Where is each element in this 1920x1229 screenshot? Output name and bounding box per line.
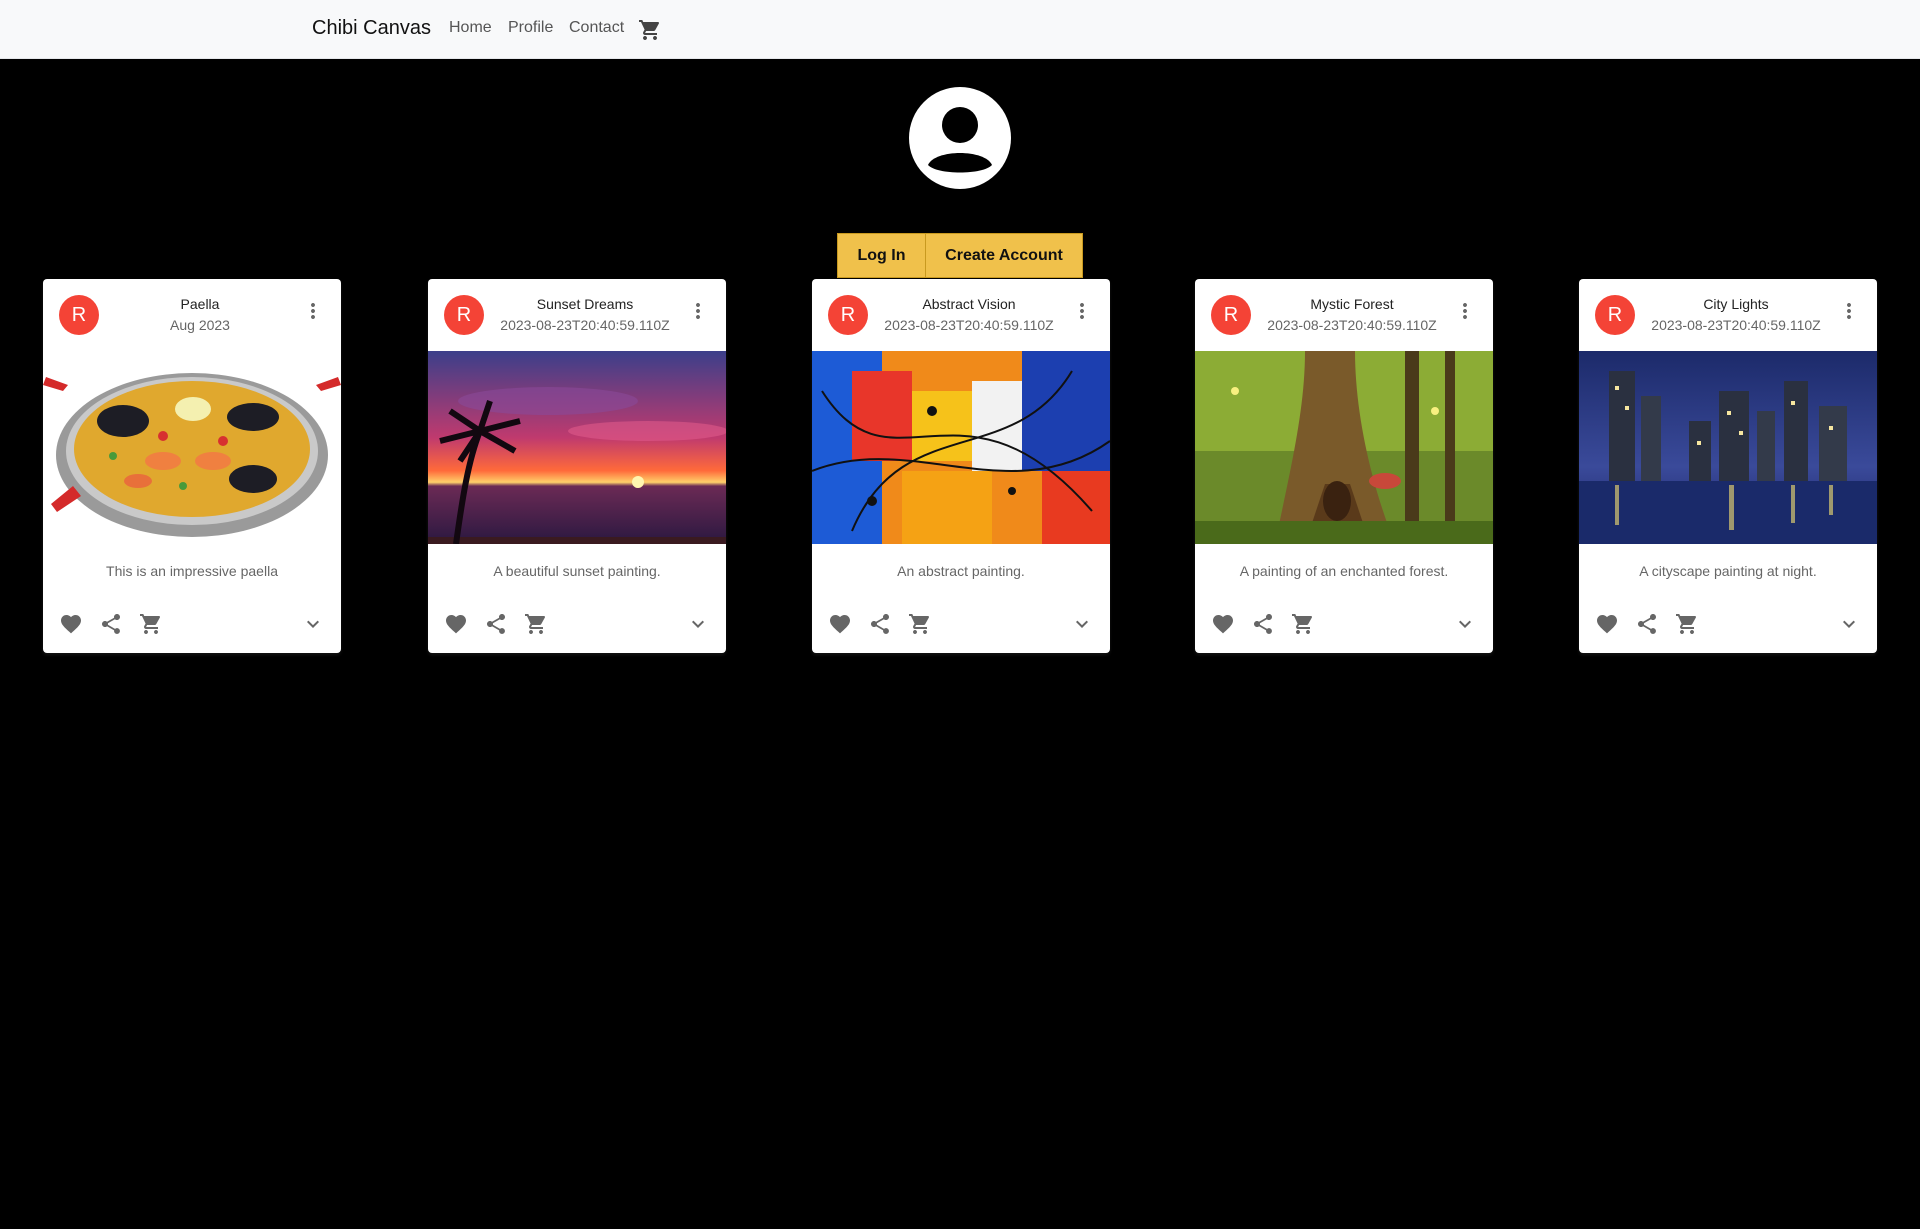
navbar: Chibi Canvas Home Profile Contact [0,0,1920,59]
share-icon[interactable] [484,612,508,636]
card-avatar: R [444,295,484,335]
card-subheader: 2023-08-23T20:40:59.110Z [1651,317,1821,333]
card-subheader: 2023-08-23T20:40:59.110Z [884,317,1054,333]
card-subheader: 2023-08-23T20:40:59.110Z [500,317,670,333]
art-card: R Sunset Dreams 2023-08-23T20:40:59.110Z… [428,279,726,653]
login-button[interactable]: Log In [837,233,926,278]
art-card: R Abstract Vision 2023-08-23T20:40:59.11… [812,279,1110,653]
card-description: A beautiful sunset painting. [493,563,661,579]
share-icon[interactable] [99,612,123,636]
add-to-cart-icon[interactable] [1291,612,1315,636]
card-avatar: R [1211,295,1251,335]
nav-link-home[interactable]: Home [449,19,492,37]
share-icon[interactable] [1635,612,1659,636]
share-icon[interactable] [868,612,892,636]
nav-link-contact[interactable]: Contact [569,19,624,37]
card-title: Sunset Dreams [536,296,634,312]
card-description: A painting of an enchanted forest. [1239,563,1449,579]
card-avatar: R [1595,295,1635,335]
card-title: Abstract Vision [922,296,1016,312]
favorite-icon[interactable] [1211,612,1235,636]
nav-link-profile[interactable]: Profile [508,19,553,37]
favorite-icon[interactable] [444,612,468,636]
card-image [43,351,341,544]
card-description: This is an impressive paella [106,563,278,579]
expand-more-icon[interactable] [686,612,710,636]
expand-more-icon[interactable] [1837,612,1861,636]
more-vert-icon[interactable] [301,299,325,323]
add-to-cart-icon[interactable] [908,612,932,636]
card-title: Mystic Forest [1310,296,1394,312]
card-image [428,351,726,544]
art-card: R Paella Aug 2023 This is an impressive … [43,279,341,653]
more-vert-icon[interactable] [686,299,710,323]
expand-more-icon[interactable] [301,612,325,636]
account-circle-icon [909,87,1011,189]
art-card: R City Lights 2023-08-23T20:40:59.110Z A… [1579,279,1877,653]
expand-more-icon[interactable] [1070,612,1094,636]
card-avatar: R [828,295,868,335]
favorite-icon[interactable] [59,612,83,636]
more-vert-icon[interactable] [1837,299,1861,323]
more-vert-icon[interactable] [1070,299,1094,323]
more-vert-icon[interactable] [1453,299,1477,323]
card-description: A cityscape painting at night. [1639,563,1817,579]
card-title: City Lights [1703,296,1769,312]
cart-icon[interactable] [638,18,662,42]
card-avatar: R [59,295,99,335]
favorite-icon[interactable] [828,612,852,636]
card-subheader: 2023-08-23T20:40:59.110Z [1267,317,1437,333]
art-card: R Mystic Forest 2023-08-23T20:40:59.110Z… [1195,279,1493,653]
add-to-cart-icon[interactable] [1675,612,1699,636]
brand-logo[interactable]: Chibi Canvas [312,17,431,40]
favorite-icon[interactable] [1595,612,1619,636]
share-icon[interactable] [1251,612,1275,636]
expand-more-icon[interactable] [1453,612,1477,636]
card-title: Paella [180,296,220,312]
card-image [812,351,1110,544]
card-image [1195,351,1493,544]
add-to-cart-icon[interactable] [139,612,163,636]
create-account-button[interactable]: Create Account [925,233,1083,278]
card-image [1579,351,1877,544]
card-description: An abstract painting. [897,563,1025,579]
add-to-cart-icon[interactable] [524,612,548,636]
card-subheader: Aug 2023 [170,317,230,333]
